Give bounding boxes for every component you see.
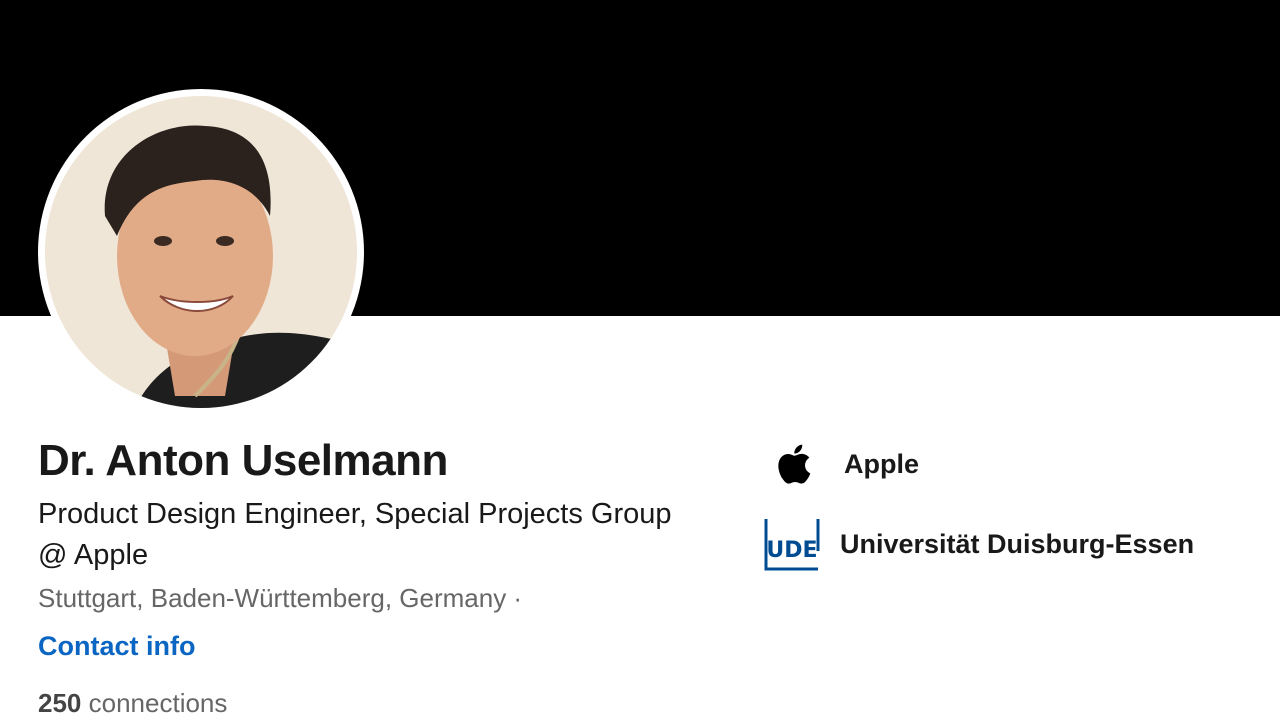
ude-logo-icon: UDE xyxy=(762,514,822,574)
connections-label: connections xyxy=(88,688,228,718)
company-name-apple: Apple xyxy=(844,448,920,479)
contact-info-link[interactable]: Contact info xyxy=(38,631,195,662)
education-ude[interactable]: UDE Universität Duisburg-Essen xyxy=(762,514,1194,574)
profile-name: Dr. Anton Uselmann xyxy=(38,436,448,485)
ude-logo-text: UDE xyxy=(766,538,817,563)
profile-avatar[interactable] xyxy=(38,89,364,415)
connections-count[interactable]: 250 connections xyxy=(38,688,227,719)
avatar-photo xyxy=(45,96,357,408)
school-name-ude: Universität Duisburg-Essen xyxy=(840,528,1195,559)
connections-number: 250 xyxy=(38,688,82,718)
profile-location: Stuttgart, Baden-Württemberg, Germany · xyxy=(38,583,523,613)
profile-headline: Product Design Engineer, Special Project… xyxy=(38,498,672,571)
apple-logo-icon xyxy=(766,438,822,490)
current-company-apple[interactable]: Apple xyxy=(766,438,919,490)
profile-card: Dr. Anton Uselmann Product Design Engine… xyxy=(0,0,1280,720)
